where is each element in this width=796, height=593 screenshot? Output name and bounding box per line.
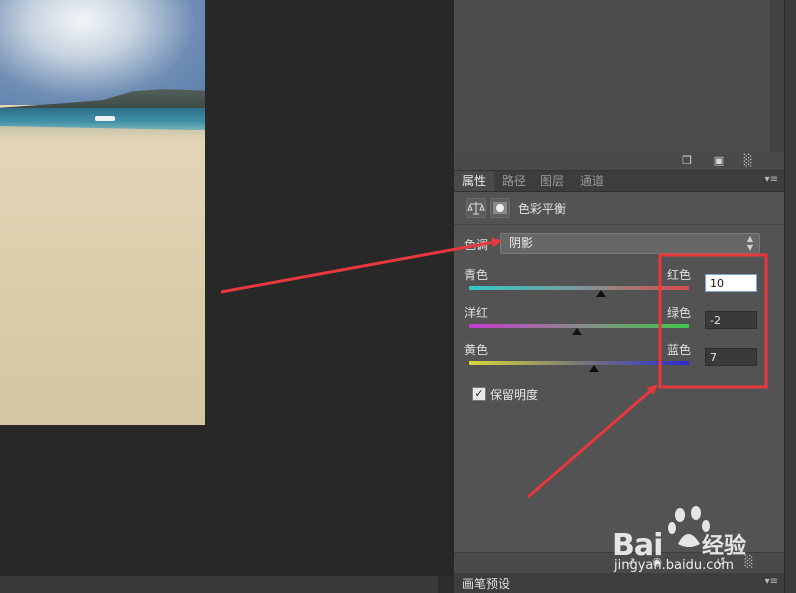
preserve-luminosity-label: 保留明度 [490,388,539,402]
photo-boat [95,116,115,121]
trash-icon[interactable]: ░ [741,154,755,167]
photo-sky [0,0,205,105]
yellow-label: 黄色 [464,343,489,357]
green-label: 绿色 [666,306,691,320]
new-snapshot-icon[interactable]: ❐ [680,154,694,167]
history-scrollbar[interactable] [770,0,784,152]
cyan-red-track[interactable] [469,286,689,290]
watermark-brand-cn: 经验 [702,534,747,559]
checkmark-icon[interactable]: ✓ [472,387,486,401]
tab-properties[interactable]: 属性 [454,171,495,191]
tone-select-value: 阴影 [509,236,534,250]
cyan-red-input[interactable]: 10 [705,274,757,292]
scroll-corner [438,576,454,593]
beach-photo [0,0,205,425]
cyan-red-thumb[interactable] [596,290,606,297]
panel-menu-icon[interactable]: ▾≡ [765,174,778,185]
tone-select[interactable]: 阴影 ▲ ▼ [500,233,760,254]
tab-brush-presets[interactable]: 画笔预设 [462,575,510,592]
history-panel [454,0,784,153]
mask-icon[interactable] [490,198,510,218]
balance-scale-icon[interactable] [466,198,486,218]
tab-layers[interactable]: 图层 [532,171,572,191]
magenta-green-thumb[interactable] [571,328,582,335]
red-label: 红色 [666,268,691,282]
properties-header: 色彩平衡 [454,192,784,225]
tab-channels[interactable]: 通道 [572,171,612,191]
document-canvas[interactable] [0,0,438,593]
right-dock-strip [784,0,796,593]
tab-paths[interactable]: 路径 [494,171,534,191]
camera-icon[interactable]: ▣ [712,154,726,167]
magenta-green-input[interactable]: -2 [705,311,757,329]
horizontal-scrollbar[interactable] [0,576,438,593]
panel-column: ❐ ▣ ░ 属性 路径 图层 通道 ▾≡ 色彩平衡 色调 阴影 ▲ ▼ 青色 红… [454,0,784,593]
yellow-blue-track[interactable] [469,361,689,365]
yellow-blue-input[interactable]: 7 [705,348,757,366]
cyan-label: 青色 [464,268,489,282]
blue-label: 蓝色 [666,343,691,357]
adjustment-title: 色彩平衡 [518,202,567,216]
history-footer: ❐ ▣ ░ [454,152,784,171]
properties-panel: 色彩平衡 色调 阴影 ▲ ▼ 青色 红色 10 洋红 绿色 -2 黄色 蓝色 7 … [454,192,784,552]
panel-tabbar: 属性 路径 图层 通道 ▾≡ [454,171,784,192]
yellow-blue-thumb[interactable] [589,365,600,372]
tone-label: 色调 [464,238,489,252]
baidu-watermark: Bai 经验 jingyan.baidu.com [612,506,772,578]
select-arrows-icon: ▲ ▼ [746,234,753,252]
watermark-url: jingyan.baidu.com [614,558,734,573]
magenta-label: 洋红 [464,306,489,320]
